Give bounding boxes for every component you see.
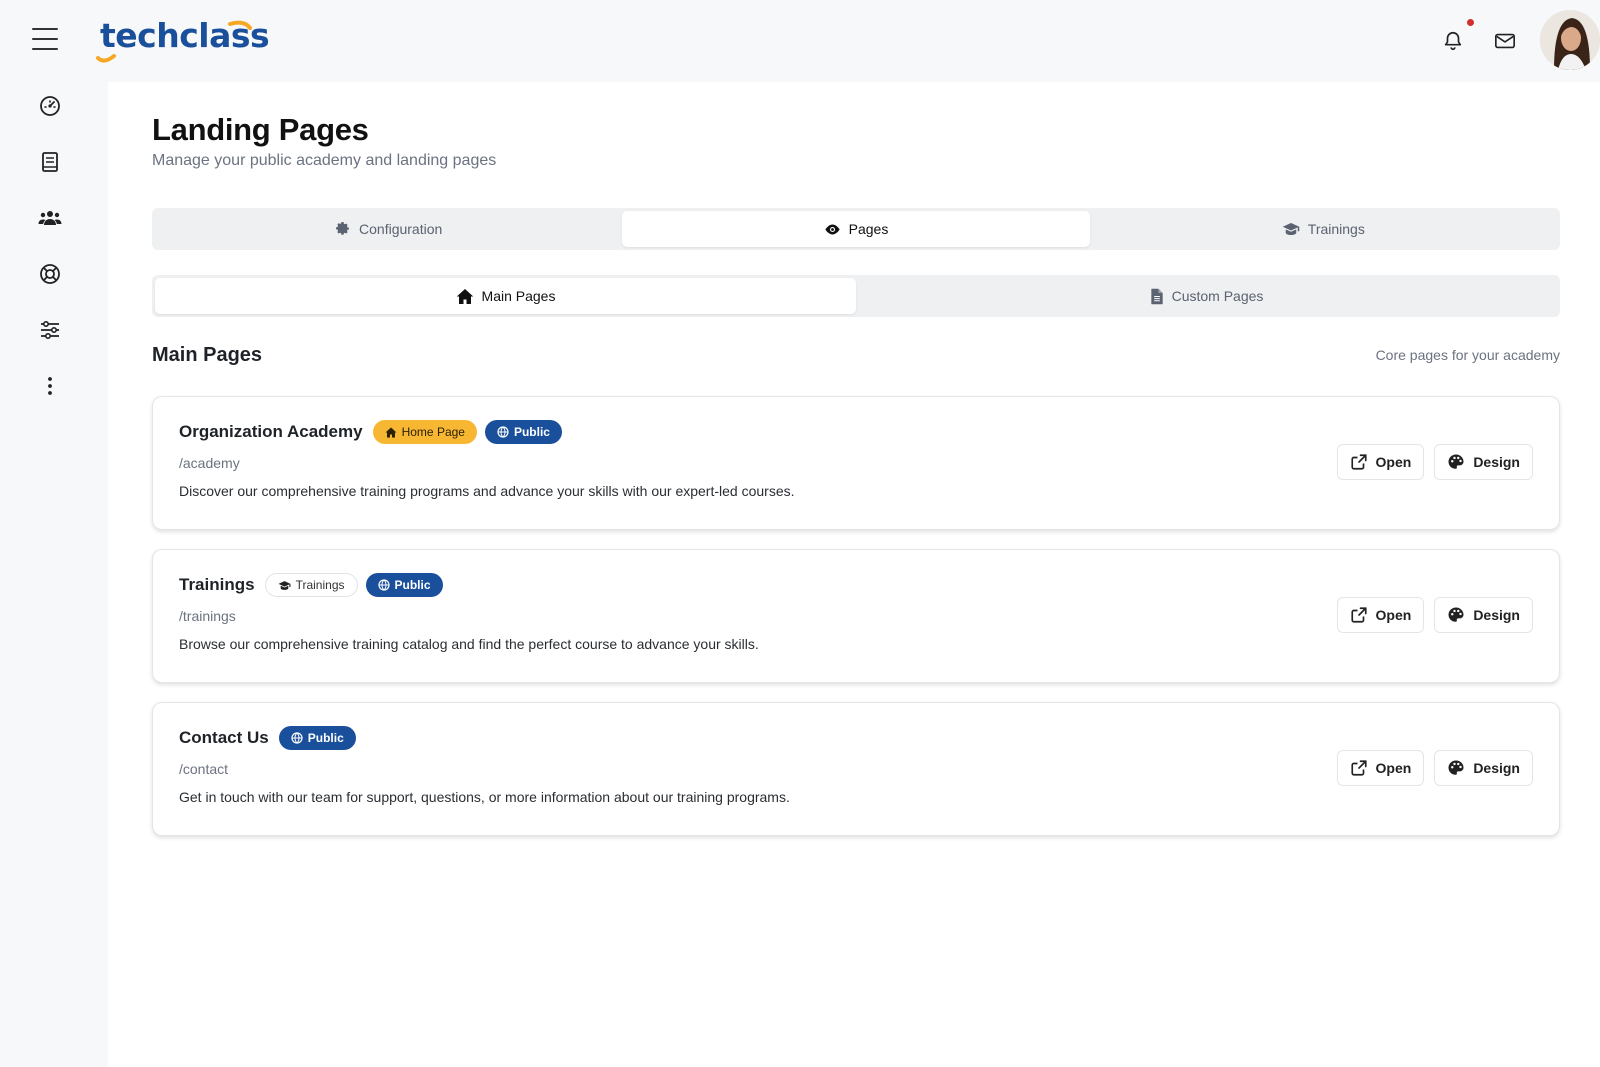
home-icon	[456, 288, 473, 304]
page-name: Contact Us	[179, 728, 269, 747]
page-description: Discover our comprehensive training prog…	[179, 483, 795, 499]
more-vertical-icon[interactable]	[38, 374, 62, 398]
avatar[interactable]	[1540, 10, 1600, 70]
card-header: Contact Us Public	[179, 726, 356, 750]
bell-icon[interactable]	[1442, 30, 1464, 52]
public-badge: Public	[365, 573, 443, 597]
external-link-icon	[1350, 760, 1367, 776]
book-icon[interactable]	[38, 150, 62, 174]
public-badge: Public	[278, 726, 356, 750]
globe-icon	[497, 426, 509, 438]
card-actions: Open Design	[1336, 444, 1533, 480]
design-button-label: Design	[1473, 760, 1520, 776]
card-header: Organization Academy Home Page Public	[179, 420, 562, 444]
sidebar	[0, 80, 105, 1067]
page-name: Organization Academy	[179, 422, 363, 441]
badge-label: Home Page	[401, 425, 465, 439]
design-button[interactable]: Design	[1434, 444, 1533, 480]
card-actions: Open Design	[1336, 750, 1533, 786]
palette-icon	[1448, 607, 1464, 622]
page-description: Browse our comprehensive training catalo…	[179, 636, 759, 652]
home-icon	[385, 427, 397, 437]
page-title: Landing Pages	[152, 112, 369, 147]
lifebuoy-icon[interactable]	[38, 262, 62, 286]
tab-main-pages[interactable]: Main Pages	[155, 278, 856, 314]
open-button[interactable]: Open	[1336, 597, 1425, 633]
primary-tabs: Configuration Pages Trainings	[152, 208, 1560, 250]
design-button-label: Design	[1473, 454, 1520, 470]
page-card-trainings: Trainings Trainings Public /trainings Br…	[152, 549, 1560, 683]
page-name: Trainings	[179, 575, 255, 594]
gear-icon	[336, 221, 349, 235]
home-page-badge: Home Page	[372, 420, 477, 444]
globe-icon	[377, 579, 390, 591]
graduation-cap-icon	[1282, 223, 1300, 235]
open-button[interactable]: Open	[1336, 444, 1425, 480]
tab-trainings[interactable]: Trainings	[1090, 211, 1557, 247]
badge-label: Public	[394, 578, 431, 592]
badge-label: Trainings	[295, 578, 345, 592]
dashboard-gauge-icon[interactable]	[38, 94, 62, 118]
badge-label: Public	[513, 425, 550, 439]
top-bar: techclass	[0, 0, 1600, 80]
page-card-academy: Organization Academy Home Page Public /a…	[152, 396, 1560, 530]
tab-custom-pages[interactable]: Custom Pages	[856, 278, 1557, 314]
tab-main-pages-label: Main Pages	[481, 288, 556, 304]
section-note: Core pages for your academy	[1375, 347, 1560, 363]
tab-pages[interactable]: Pages	[622, 211, 1090, 247]
palette-icon	[1448, 760, 1464, 775]
users-icon[interactable]	[38, 206, 62, 230]
file-icon	[1150, 288, 1163, 304]
open-button[interactable]: Open	[1336, 750, 1425, 786]
page-description: Get in touch with our team for support, …	[179, 789, 790, 805]
tab-custom-pages-label: Custom Pages	[1171, 288, 1264, 304]
section-title: Main Pages	[152, 344, 263, 366]
external-link-icon	[1350, 607, 1367, 623]
design-button[interactable]: Design	[1434, 750, 1533, 786]
main-content: Landing Pages Manage your public academy…	[108, 82, 1600, 1067]
secondary-tabs: Main Pages Custom Pages	[152, 275, 1560, 317]
page-card-contact: Contact Us Public /contact Get in touch …	[152, 702, 1560, 836]
open-button-label: Open	[1375, 607, 1412, 623]
page-path: /contact	[179, 761, 229, 777]
notification-dot	[1467, 19, 1474, 26]
globe-icon	[291, 732, 303, 744]
open-button-label: Open	[1375, 760, 1412, 776]
page-path: /trainings	[179, 608, 236, 624]
tab-configuration[interactable]: Configuration	[155, 211, 622, 247]
external-link-icon	[1350, 454, 1367, 470]
graduation-cap-icon	[278, 580, 291, 590]
palette-icon	[1448, 454, 1464, 469]
tab-trainings-label: Trainings	[1307, 221, 1365, 237]
mail-icon[interactable]	[1494, 31, 1516, 51]
card-actions: Open Design	[1336, 597, 1533, 633]
design-button[interactable]: Design	[1434, 597, 1533, 633]
menu-icon[interactable]	[32, 28, 58, 50]
page-path: /academy	[179, 455, 240, 471]
logo[interactable]: techclass	[96, 16, 270, 66]
tab-configuration-label: Configuration	[359, 221, 443, 237]
public-badge: Public	[484, 420, 562, 444]
eye-icon	[825, 224, 840, 234]
user-portrait-icon	[1540, 10, 1600, 70]
sliders-icon[interactable]	[38, 318, 62, 342]
badge-label: Public	[307, 731, 344, 745]
page-subtitle: Manage your public academy and landing p…	[152, 152, 497, 169]
card-header: Trainings Trainings Public	[179, 573, 443, 597]
design-button-label: Design	[1473, 607, 1520, 623]
tab-pages-label: Pages	[848, 221, 889, 237]
trainings-badge: Trainings	[264, 573, 358, 597]
open-button-label: Open	[1375, 454, 1412, 470]
logo-swoosh-icon	[96, 20, 252, 63]
